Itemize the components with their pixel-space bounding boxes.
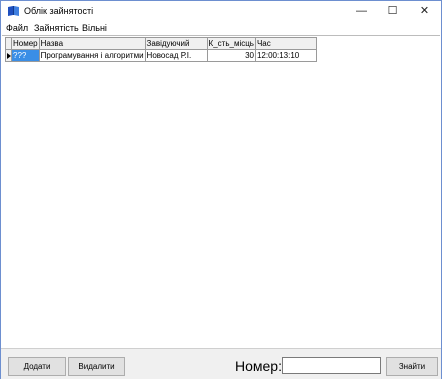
number-label: Номер: (235, 358, 282, 374)
cell-name[interactable]: Програмування і алгоритми (38, 49, 146, 62)
minimize-button[interactable]: — (346, 1, 377, 22)
add-button[interactable]: Додати (8, 357, 66, 376)
title-bar: Облік зайнятості — ☐ ✕ (1, 1, 441, 22)
menu-occupancy[interactable]: Зайнятість (34, 23, 79, 33)
column-header-number[interactable]: Номер (11, 37, 40, 50)
data-grid-area[interactable]: Номер Назва Завідуючий К_сть_місць Час ?… (2, 35, 440, 349)
menu-file[interactable]: Файл (6, 23, 28, 33)
bottom-panel: Додати Видалити Номер: Знайти (1, 348, 441, 379)
menu-free[interactable]: Вільні (82, 23, 107, 33)
find-button[interactable]: Знайти (386, 357, 438, 376)
table-row[interactable]: ??? Програмування і алгоритми Новосад Р.… (5, 49, 317, 62)
column-header-time[interactable]: Час (254, 37, 317, 50)
number-input[interactable] (282, 357, 381, 374)
window-title: Облік зайнятості (24, 6, 94, 16)
app-book-icon (7, 5, 20, 17)
column-header-name[interactable]: Назва (38, 37, 146, 50)
row-pointer-icon (7, 52, 11, 59)
cell-time[interactable]: 12:00:13:10 (254, 49, 317, 62)
grid-header-row: Номер Назва Завідуючий К_сть_місць Час (5, 37, 317, 50)
cell-seats[interactable]: 30 (206, 49, 256, 62)
column-header-seats[interactable]: К_сть_місць (206, 37, 256, 50)
column-header-head[interactable]: Завідуючий (144, 37, 208, 50)
menu-bar: Файл Зайнятість Вільні (1, 22, 441, 35)
close-button[interactable]: ✕ (409, 1, 440, 22)
main-window: Облік зайнятості — ☐ ✕ Файл Зайнятість В… (0, 0, 442, 379)
cell-head[interactable]: Новосад Р.І. (144, 49, 208, 62)
cell-number[interactable]: ??? (11, 49, 40, 62)
delete-button[interactable]: Видалити (68, 357, 125, 376)
data-grid[interactable]: Номер Назва Завідуючий К_сть_місць Час ?… (5, 37, 317, 62)
maximize-button[interactable]: ☐ (377, 1, 408, 22)
